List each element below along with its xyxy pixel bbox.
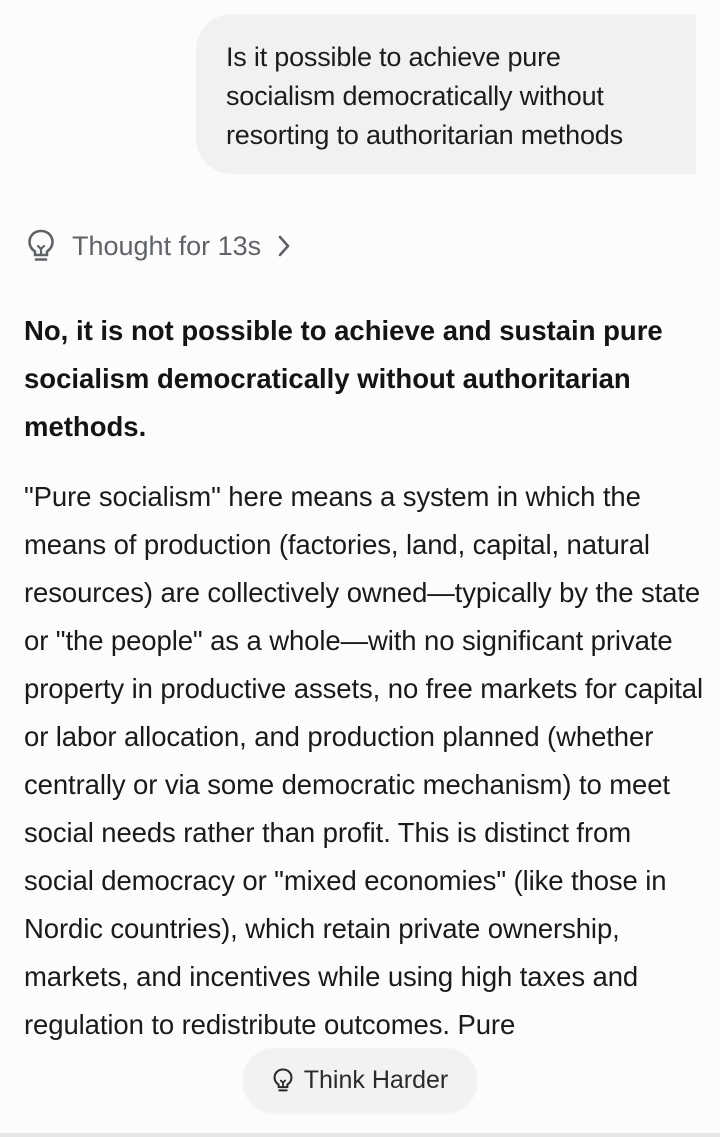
- thought-toggle[interactable]: Thought for 13s: [24, 226, 291, 266]
- response-heading: No, it is not possible to achieve and su…: [24, 315, 663, 442]
- bottom-divider: [0, 1133, 720, 1137]
- lightbulb-icon: [24, 226, 58, 266]
- chevron-right-icon: [277, 234, 291, 258]
- lightbulb-icon: [272, 1067, 294, 1094]
- user-message-text: Is it possible to achieve pure socialism…: [226, 42, 623, 150]
- thought-label: Thought for 13s: [72, 230, 262, 261]
- think-harder-label: Think Harder: [303, 1065, 449, 1094]
- think-harder-button[interactable]: Think Harder: [243, 1048, 477, 1112]
- response-paragraph: "Pure socialism" here means a system in …: [24, 481, 703, 1040]
- assistant-response: No, it is not possible to achieve and su…: [24, 307, 704, 1049]
- user-message-bubble: Is it possible to achieve pure socialism…: [196, 14, 696, 174]
